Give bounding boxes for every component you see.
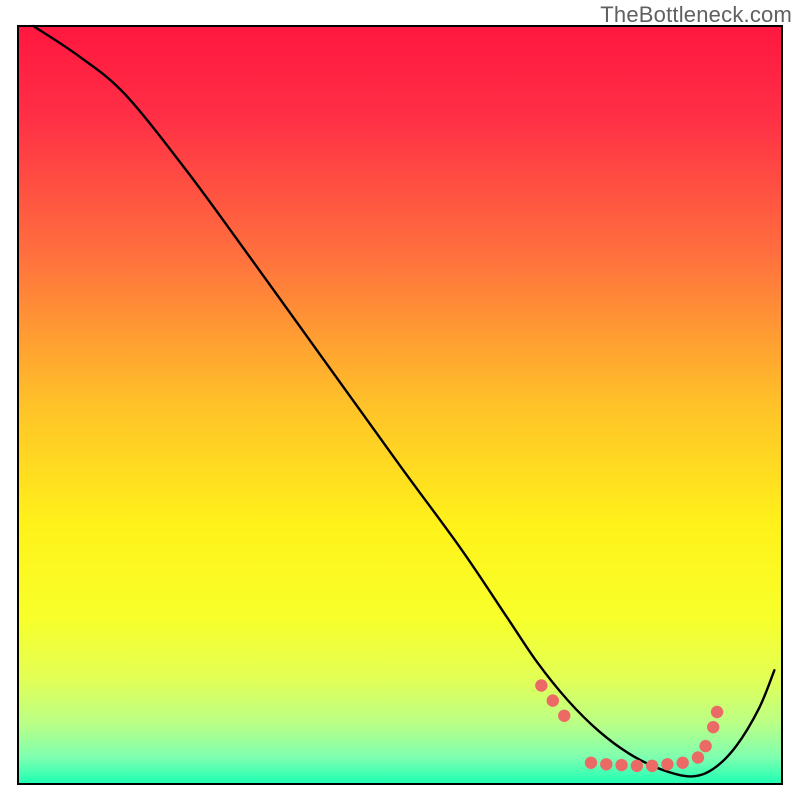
bottleneck-chart <box>0 0 800 800</box>
highlight-dot <box>535 679 547 691</box>
highlight-dot <box>661 758 673 770</box>
highlight-dot <box>711 706 723 718</box>
highlight-dot <box>699 740 711 752</box>
highlight-dot <box>676 757 688 769</box>
chart-container: TheBottleneck.com <box>0 0 800 800</box>
plot-background <box>18 26 782 784</box>
highlight-dot <box>646 760 658 772</box>
highlight-dot <box>547 694 559 706</box>
highlight-dot <box>600 758 612 770</box>
watermark-text: TheBottleneck.com <box>600 2 792 28</box>
highlight-dot <box>615 759 627 771</box>
highlight-dot <box>558 710 570 722</box>
highlight-dot <box>585 757 597 769</box>
highlight-dot <box>707 721 719 733</box>
highlight-dot <box>631 760 643 772</box>
highlight-dot <box>692 751 704 763</box>
